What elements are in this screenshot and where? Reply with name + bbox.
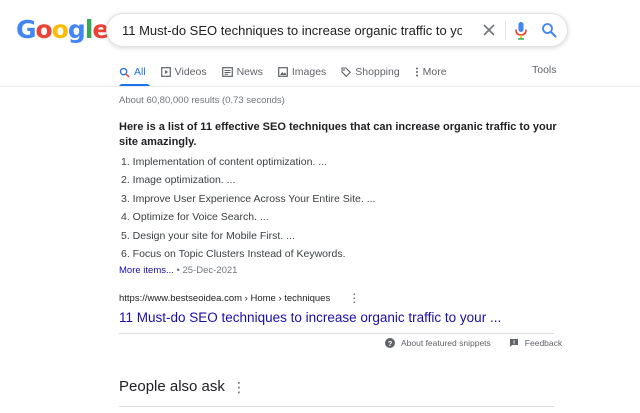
snippet-divider	[119, 333, 554, 334]
search-box[interactable]	[106, 13, 568, 47]
google-logo[interactable]: Google	[16, 15, 109, 44]
people-also-ask-heading: People also ask	[119, 378, 225, 395]
search-icon	[119, 67, 130, 78]
tab-videos[interactable]: Videos	[160, 64, 207, 80]
tab-shopping[interactable]: Shopping	[341, 64, 400, 80]
result-menu-icon[interactable]: ⋮	[348, 292, 360, 304]
more-items-row: More items... • 25-Dec-2021	[119, 265, 237, 276]
news-icon	[221, 67, 233, 77]
result-stats: About 60,80,000 results (0.73 seconds)	[119, 95, 285, 106]
list-item: 3. Improve User Experience Across Your E…	[121, 192, 376, 205]
snippet-footer: ? About featured snippets Feedback	[385, 338, 562, 348]
tab-images[interactable]: Images	[277, 64, 327, 80]
tools-button[interactable]: Tools	[532, 64, 557, 76]
tab-label: Shopping	[355, 66, 400, 78]
feedback-icon	[509, 339, 518, 347]
about-featured-snippets-link[interactable]: About featured snippets	[401, 338, 491, 348]
snippet-list: 1. Implementation of content optimizatio…	[121, 155, 375, 265]
snippet-heading: Here is a list of 11 effective SEO techn…	[119, 121, 557, 148]
tab-news[interactable]: News	[221, 64, 263, 80]
tab-label: All	[134, 66, 146, 78]
list-item: 4. Optimize for Voice Search. ...	[121, 211, 269, 224]
people-also-ask-menu-icon[interactable]: ⋮	[232, 380, 246, 394]
mic-icon[interactable]	[513, 21, 529, 41]
logo-letter: o	[51, 15, 69, 44]
tab-label: Images	[291, 66, 327, 78]
snippet-date: 25-Dec-2021	[182, 265, 238, 276]
more-items-link[interactable]: More items...	[119, 265, 174, 276]
list-item: 5. Design your site for Mobile First. ..…	[121, 229, 295, 242]
image-icon	[277, 67, 288, 77]
result-title-link[interactable]: 11 Must-do SEO techniques to increase or…	[119, 310, 501, 325]
tag-icon	[341, 67, 352, 77]
logo-letter: g	[67, 15, 86, 44]
search-tabs: All Videos News Images Shopping More	[119, 64, 462, 80]
logo-letter: G	[16, 15, 37, 44]
list-item: 2. Image optimization. ...	[121, 174, 236, 187]
tab-all[interactable]: All	[119, 64, 146, 80]
search-input[interactable]	[122, 19, 462, 41]
feedback-button[interactable]: Feedback	[509, 338, 562, 348]
video-icon	[160, 67, 171, 77]
more-vert-icon	[415, 67, 418, 77]
people-also-ask-divider	[119, 406, 554, 407]
result-cite-row: https://www.bestseoidea.com › Home › tec…	[119, 292, 360, 304]
result-url: https://www.bestseoidea.com › Home › tec…	[119, 292, 331, 304]
search-box-divider	[505, 21, 506, 40]
help-icon: ?	[385, 338, 395, 348]
tab-label: News	[236, 66, 263, 78]
header-divider	[0, 86, 640, 87]
list-item: 6. Focus on Topic Clusters Instead of Ke…	[121, 247, 346, 260]
tab-label: Videos	[174, 66, 207, 78]
logo-letter: o	[35, 15, 53, 44]
search-icon[interactable]	[541, 22, 557, 38]
svg-text:?: ?	[388, 339, 393, 348]
separator: •	[173, 265, 183, 276]
list-item: 1. Implementation of content optimizatio…	[121, 156, 328, 168]
close-icon[interactable]	[481, 22, 497, 38]
tab-more[interactable]: More	[415, 64, 447, 80]
feedback-label: Feedback	[524, 338, 563, 348]
tab-label: More	[422, 66, 447, 78]
